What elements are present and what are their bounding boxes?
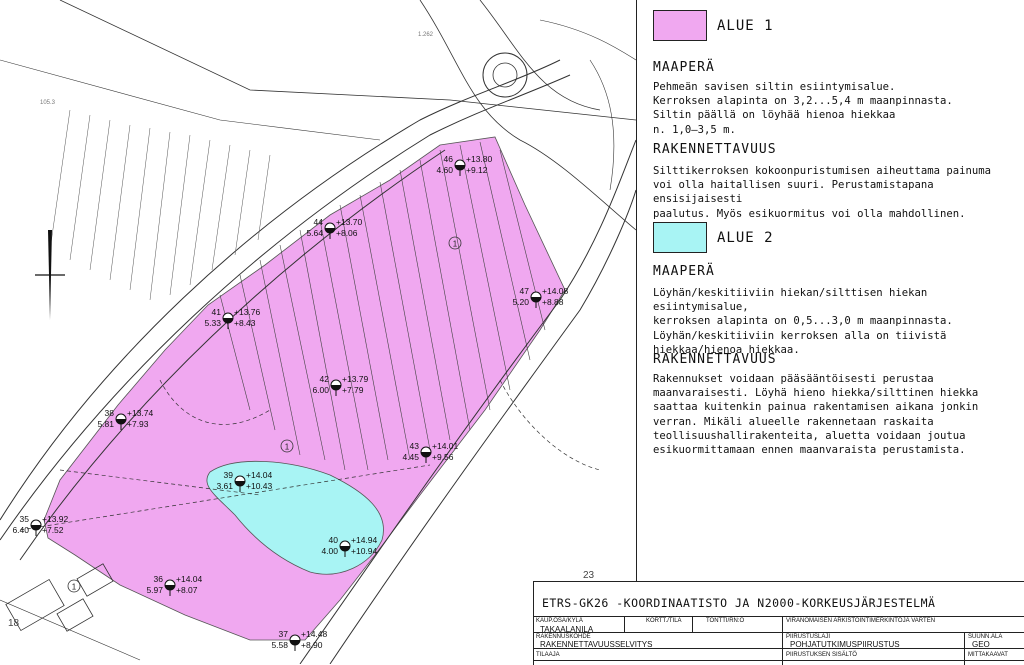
map-number: 18: [8, 618, 20, 629]
borehole-id: 41: [212, 307, 222, 317]
zone-1-buildability-heading: RAKENNETTAVUUS: [653, 142, 777, 157]
tb-tontti-label: TONTTI/RN:O: [706, 618, 745, 624]
building-hatches: [49, 109, 271, 301]
borehole-top-level: +14.04: [176, 574, 203, 584]
tb-kaup-label: KAUP.OSA/KYLÄ: [536, 618, 583, 624]
borehole-symbol-fill: [290, 640, 300, 645]
zone-2-buildability-heading: RAKENNETTAVUUS: [653, 352, 777, 367]
borehole-top-level: +14.94: [351, 535, 378, 545]
tb-kaup-value: TAKAALANILA: [540, 625, 594, 634]
svg-text:1: 1: [72, 583, 77, 592]
borehole-id: 39: [224, 470, 234, 480]
tb-kortt-label: KORTT./TILA: [646, 618, 682, 624]
borehole-depth: 5.33: [204, 318, 221, 328]
tb-sisalto-label: PIIRUSTUKSEN SISÄLTÖ: [786, 652, 857, 658]
borehole-depth: 5.64: [306, 228, 323, 238]
zone-1-soil-heading: MAAPERÄ: [653, 60, 715, 75]
borehole-top-level: +14.08: [542, 286, 569, 296]
zone-1-soil-text: Pehmeän savisen siltin esiintymisalue. K…: [653, 81, 953, 136]
zone-2-soil-text: Löyhän/keskitiiviin hiekan/silttisen hie…: [653, 287, 953, 356]
borehole-bottom-level: +8.43: [234, 318, 256, 328]
tb-rakennuskohde-value: RAKENNETTAVUUSSELVITYS: [540, 640, 653, 649]
borehole-bottom-level: +10.43: [246, 481, 273, 491]
borehole-bottom-level: +8.07: [176, 585, 198, 595]
borehole-depth: 4.45: [402, 452, 419, 462]
borehole-id: 38: [105, 408, 115, 418]
zone-1-buildability-text: Silttikerroksen kokoonpuristumisen aiheu…: [653, 165, 992, 220]
borehole-depth: 5.97: [146, 585, 163, 595]
borehole-top-level: +14.01: [432, 441, 459, 451]
tb-viranomainen-label: VIRANOMAISEN ARKISTOINTIMERKINTÖJÄ VARTE…: [786, 618, 936, 624]
borehole-depth: 6.00: [312, 385, 329, 395]
coordinate-system-note: ETRS-GK26 -KOORDINAATISTO JA N2000-KORKE…: [542, 596, 936, 610]
tb-suunn-value: GEO: [972, 640, 990, 649]
borehole-depth: 4.60: [436, 165, 453, 175]
borehole-id: 37: [279, 629, 289, 639]
borehole-depth: 5.58: [271, 640, 288, 650]
borehole-depth: 4.00: [321, 546, 338, 556]
borehole-id: 36: [154, 574, 164, 584]
tb-mittakaavat-label: MITTAKAAVAT: [968, 652, 1008, 658]
borehole-id: 42: [320, 374, 330, 384]
borehole-bottom-level: +8.06: [336, 228, 358, 238]
site-map[interactable]: 1 1 1 1.262 105.3 23 18 46 4.60 +13.80 +9.1…: [0, 0, 636, 664]
borehole-bottom-level: +10.94: [351, 546, 378, 556]
zone-2-soil-heading: MAAPERÄ: [653, 264, 715, 279]
area-marker: 1: [67, 579, 81, 593]
zone-2-buildability-text: Rakennukset voidaan pääsääntöisesti peru…: [653, 373, 979, 457]
borehole-bottom-level: +9.12: [466, 165, 488, 175]
borehole-top-level: +14.04: [246, 470, 273, 480]
legend-panel: ALUE 1 MAAPERÄ Pehmeän savisen siltin es…: [636, 0, 1024, 664]
borehole-id: 44: [314, 217, 324, 227]
map-number: 105.3: [40, 100, 56, 106]
zone-2-label: ALUE 2: [717, 230, 774, 246]
borehole-top-level: +13.79: [342, 374, 369, 384]
borehole-top-level: +13.92: [42, 514, 69, 524]
borehole-id: 47: [520, 286, 530, 296]
borehole-top-level: +13.80: [466, 154, 493, 164]
borehole-id: 43: [410, 441, 420, 451]
borehole-bottom-level: +9.56: [432, 452, 454, 462]
borehole-symbol-fill: [31, 525, 41, 530]
borehole-bottom-level: +7.79: [342, 385, 364, 395]
title-block: ETRS-GK26 -KOORDINAATISTO JA N2000-KORKE…: [533, 581, 1024, 665]
tb-piirustuslaji-value: POHJATUTKIMUSPIIRUSTUS: [790, 640, 900, 649]
north-arrow: [35, 230, 65, 320]
borehole-depth: 6.40: [12, 525, 29, 535]
borehole-bottom-level: +8.90: [301, 640, 323, 650]
borehole-top-level: +14.48: [301, 629, 328, 639]
borehole-bottom-level: +8.88: [542, 297, 564, 307]
buildings: [5, 563, 114, 632]
borehole-marker: 356.40 +13.92+7.52: [12, 514, 69, 536]
tb-tilaaja-label: TILAAJA: [536, 652, 560, 658]
borehole-depth: 3.61: [216, 481, 233, 491]
svg-text:1: 1: [285, 443, 290, 452]
borehole-depth: 5.81: [97, 419, 114, 429]
borehole-depth: 5.20: [512, 297, 529, 307]
zone-1-label: ALUE 1: [717, 18, 774, 34]
borehole-top-level: +13.76: [234, 307, 261, 317]
borehole-top-level: +13.74: [127, 408, 154, 418]
svg-text:1: 1: [453, 240, 458, 249]
map-number: 23: [583, 570, 595, 581]
borehole-id: 46: [444, 154, 454, 164]
borehole-bottom-level: +7.93: [127, 419, 149, 429]
map-drawing: 1 1 1 1.262 105.3 23 18 464.60 +13.80+9.1…: [0, 0, 636, 664]
zone-2-swatch: [653, 222, 707, 253]
roundabout: [482, 52, 528, 98]
zone-1-swatch: [653, 10, 707, 41]
borehole-bottom-level: +7.52: [42, 525, 64, 535]
map-number: 1.262: [418, 32, 434, 38]
borehole-top-level: +13.70: [336, 217, 363, 227]
borehole-id: 35: [20, 514, 30, 524]
borehole-id: 40: [329, 535, 339, 545]
